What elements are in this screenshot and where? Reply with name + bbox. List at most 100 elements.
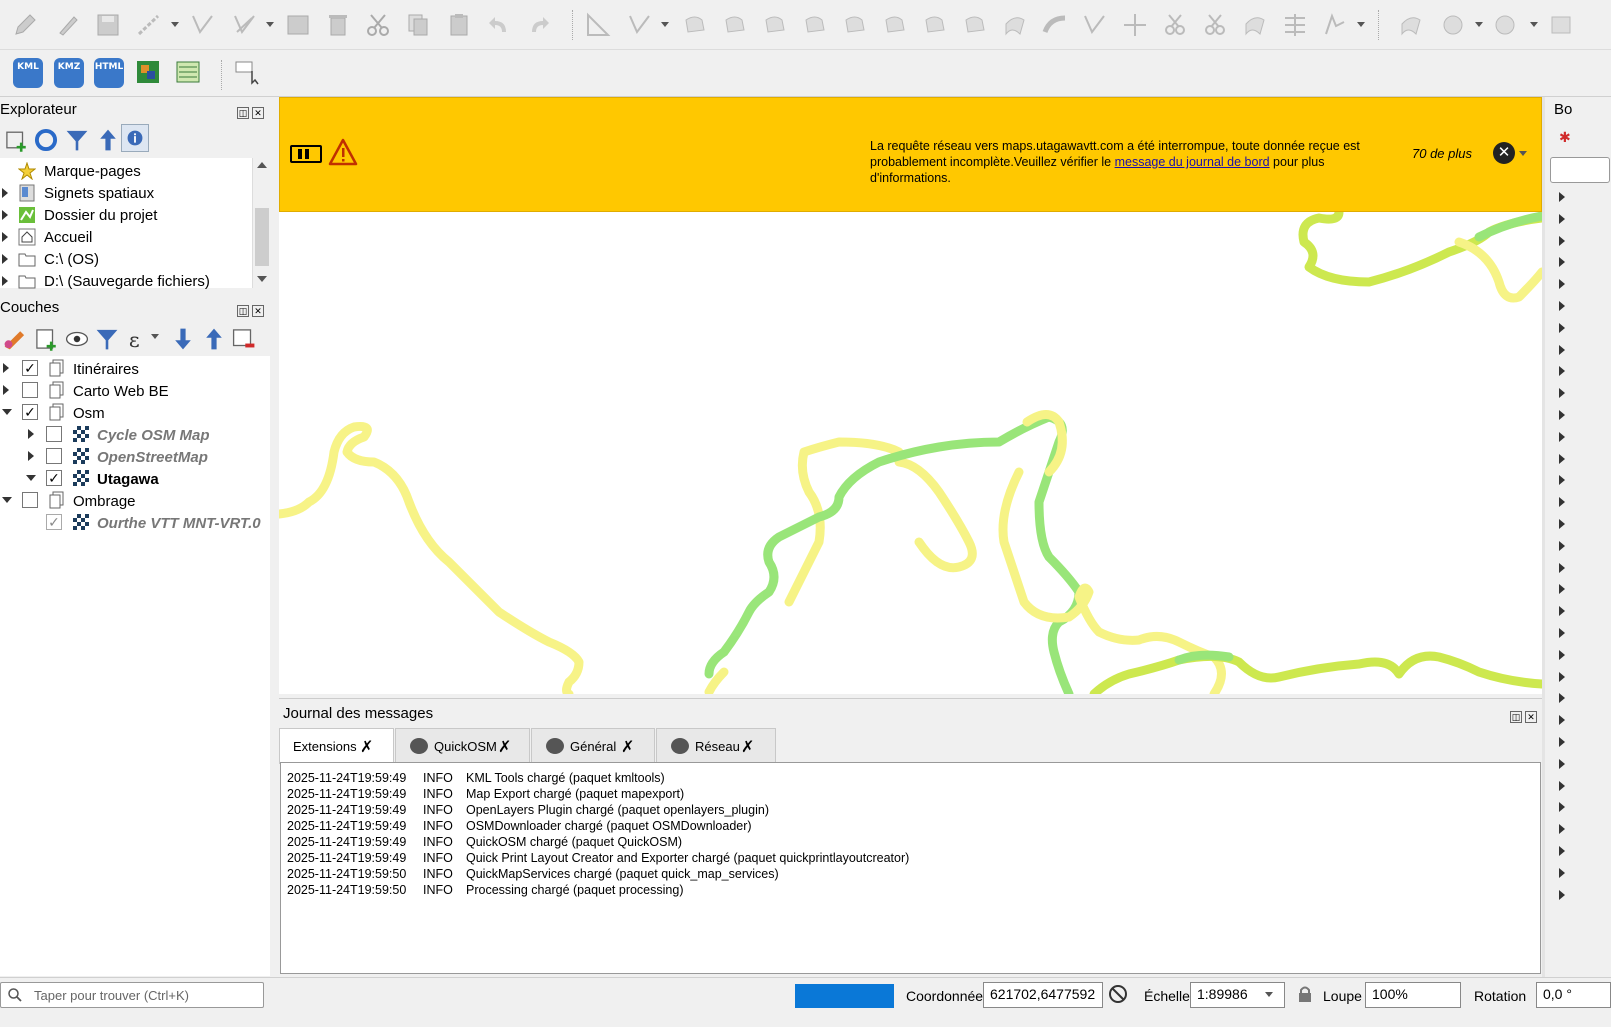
- label-tool-icon[interactable]: [1440, 12, 1466, 38]
- expand-arrow-icon[interactable]: [3, 363, 9, 373]
- zoom-spinbox[interactable]: 100%: [1365, 982, 1461, 1008]
- add-group-icon[interactable]: [33, 326, 56, 351]
- expand-arrow-icon[interactable]: [1559, 562, 1565, 573]
- layer-visibility-checkbox[interactable]: ✓: [22, 404, 38, 420]
- filter-expression-dropdown-icon[interactable]: [151, 334, 159, 339]
- layer-visibility-checkbox[interactable]: ✓: [46, 514, 62, 530]
- reshape-features-icon[interactable]: [962, 12, 988, 38]
- dock-splitter[interactable]: [1542, 97, 1545, 977]
- expand-arrow-icon[interactable]: [1559, 584, 1565, 595]
- coordinate-field[interactable]: 621702,6477592: [983, 982, 1103, 1008]
- lock-scale-icon[interactable]: [1297, 985, 1313, 1003]
- delete-part-icon[interactable]: [922, 12, 948, 38]
- cut-features-icon[interactable]: [365, 12, 391, 38]
- kmz-export-button[interactable]: KMZ: [54, 58, 84, 88]
- offset-curve-icon[interactable]: [1002, 12, 1028, 38]
- expand-arrow-icon[interactable]: [2, 210, 8, 220]
- tab-close-icon[interactable]: ✗: [621, 737, 634, 757]
- expand-arrow-icon[interactable]: [2, 254, 8, 264]
- expand-arrow-icon[interactable]: [3, 385, 9, 395]
- layer-visibility-checkbox[interactable]: ✓: [46, 470, 62, 486]
- layer-style-icon[interactable]: [135, 59, 161, 85]
- layer-visibility-checkbox[interactable]: [22, 492, 38, 508]
- rotation-spinbox[interactable]: 0,0 °: [1536, 982, 1611, 1008]
- expand-arrow-icon[interactable]: [1559, 410, 1565, 420]
- tab-close-icon[interactable]: ✗: [498, 737, 511, 757]
- properties-widget-icon[interactable]: [121, 124, 149, 152]
- tab-reseau[interactable]: Réseau ✗: [656, 728, 776, 762]
- tab-quickosm[interactable]: QuickOSM ✗: [395, 728, 530, 762]
- tab-close-icon[interactable]: ✗: [741, 737, 754, 757]
- expand-arrow-icon[interactable]: [1559, 192, 1565, 202]
- new-item-icon[interactable]: ✱: [1559, 129, 1571, 146]
- tab-general[interactable]: Général ✗: [531, 728, 655, 762]
- filter-legend-icon[interactable]: [94, 326, 118, 350]
- map-splitter[interactable]: [279, 694, 1542, 699]
- scroll-thumb[interactable]: [255, 208, 269, 266]
- kml-import-button[interactable]: KML: [13, 58, 43, 88]
- explorer-item-spatial-bookmarks[interactable]: Signets spatiaux: [0, 182, 252, 204]
- paste-features-icon[interactable]: [446, 12, 472, 38]
- toggle-editing-icon[interactable]: [55, 12, 81, 38]
- trim-extend-icon[interactable]: [1082, 12, 1108, 38]
- collapse-arrow-icon[interactable]: [2, 409, 12, 415]
- expand-arrow-icon[interactable]: [1559, 475, 1565, 486]
- explorer-dock-buttons[interactable]: ◫ ✕: [237, 103, 267, 119]
- expand-arrow-icon[interactable]: [1559, 519, 1565, 529]
- expand-arrow-icon[interactable]: [1559, 737, 1565, 747]
- scale-dropdown-icon[interactable]: [1265, 992, 1273, 997]
- explorer-item-home[interactable]: Accueil: [0, 226, 252, 248]
- modify-attributes-icon[interactable]: [285, 12, 311, 38]
- right-panel-search[interactable]: [1550, 157, 1610, 183]
- tab-extensions[interactable]: Extensions ✗: [279, 728, 394, 764]
- expand-arrow-icon[interactable]: [1559, 388, 1565, 399]
- fill-ring-icon[interactable]: [842, 12, 868, 38]
- rotate-feature-icon[interactable]: [682, 12, 708, 38]
- expand-arrow-icon[interactable]: [1559, 867, 1565, 878]
- add-line-icon[interactable]: [136, 12, 162, 38]
- layer-ourthe-vtt[interactable]: ✓ Ourthe VTT MNT-VRT.0: [0, 511, 270, 533]
- add-selected-layers-icon[interactable]: [3, 127, 26, 152]
- close-icon[interactable]: ✕: [252, 305, 264, 317]
- expand-all-icon[interactable]: [170, 326, 191, 350]
- coordinate-crs-icon[interactable]: [1108, 984, 1128, 1004]
- tab-close-icon[interactable]: ✗: [360, 737, 373, 757]
- expand-arrow-icon[interactable]: [1559, 846, 1565, 856]
- log-messages[interactable]: 2025-11-24T19:59:49 INFO KML Tools chargé …: [280, 762, 1541, 974]
- expand-arrow-icon[interactable]: [1559, 824, 1565, 835]
- vertex-tool-icon[interactable]: [190, 12, 216, 38]
- expand-arrow-icon[interactable]: [1559, 693, 1565, 704]
- expand-arrow-icon[interactable]: [1559, 235, 1565, 246]
- undo-icon[interactable]: [486, 12, 512, 38]
- expand-arrow-icon[interactable]: [1559, 497, 1565, 508]
- expand-arrow-icon[interactable]: [1559, 322, 1565, 333]
- expand-arrow-icon[interactable]: [1559, 301, 1565, 311]
- html-export-button[interactable]: HTML: [94, 58, 124, 88]
- layer-itineraires[interactable]: ✓ Itinéraires: [0, 357, 270, 379]
- close-message-button[interactable]: ✕: [1493, 142, 1515, 164]
- expand-arrow-icon[interactable]: [1559, 715, 1565, 726]
- merge-features-icon[interactable]: [1202, 12, 1228, 38]
- collapse-all-icon[interactable]: [201, 326, 222, 350]
- expand-arrow-icon[interactable]: [1559, 540, 1565, 551]
- layers-dock-buttons[interactable]: ◫ ✕: [237, 301, 267, 317]
- style-manager-icon[interactable]: [2, 326, 25, 350]
- explorer-scrollbar[interactable]: [252, 158, 270, 288]
- expand-arrow-icon[interactable]: [1559, 213, 1565, 224]
- edit-pencil-icon[interactable]: [12, 12, 38, 38]
- close-icon[interactable]: ✕: [252, 107, 264, 119]
- expand-arrow-icon[interactable]: [1559, 628, 1565, 638]
- layer-openstreetmap[interactable]: OpenStreetMap: [0, 445, 270, 467]
- collapse-all-icon[interactable]: [95, 127, 116, 151]
- rotate-label-dropdown-icon[interactable]: [1530, 22, 1538, 27]
- expand-arrow-icon[interactable]: [2, 188, 8, 198]
- explorer-item-drive-c[interactable]: C:\ (OS): [0, 248, 252, 270]
- delete-selected-icon[interactable]: [325, 12, 351, 38]
- add-ring-icon[interactable]: [762, 12, 788, 38]
- more-tools-icon[interactable]: [1548, 12, 1574, 38]
- merge-attributes-icon[interactable]: [1242, 12, 1268, 38]
- copy-features-icon[interactable]: [405, 12, 431, 38]
- split-parts-icon[interactable]: [1162, 12, 1188, 38]
- split-features-icon[interactable]: [1122, 12, 1148, 38]
- layer-visibility-checkbox[interactable]: [22, 382, 38, 398]
